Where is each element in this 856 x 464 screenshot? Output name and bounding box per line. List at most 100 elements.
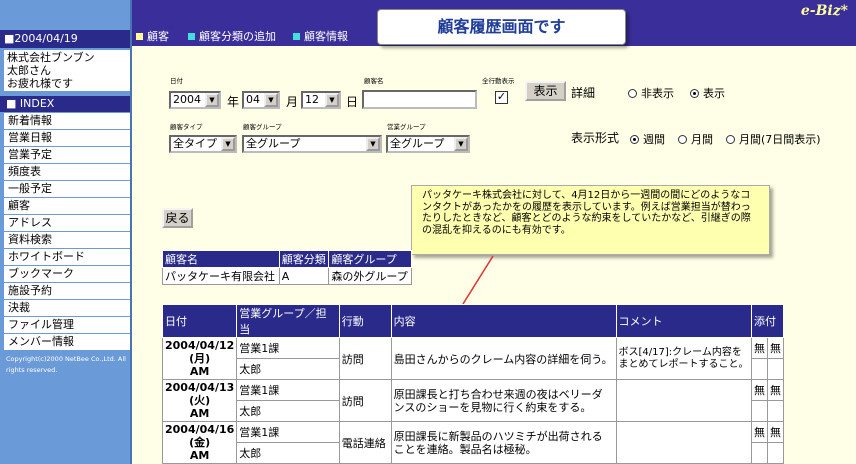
company-name: 株式会社ブンブン bbox=[7, 51, 95, 64]
sidebar-item-members[interactable]: メンバー情報 bbox=[4, 334, 130, 351]
col-action: 行動 bbox=[338, 304, 392, 338]
show-all-label: 全行動表示 bbox=[482, 77, 515, 85]
sidebar-item-facility[interactable]: 施設予約 bbox=[4, 283, 130, 300]
col-comment: コメント bbox=[615, 304, 752, 338]
sidebar-item-general-plan[interactable]: 一般予定 bbox=[4, 181, 130, 198]
chevron-down-icon: ▼ bbox=[205, 93, 219, 107]
customer-name-input[interactable] bbox=[362, 90, 477, 109]
radio-monthly-7day[interactable]: 月間(7日間表示) bbox=[726, 131, 821, 147]
attach-cell[interactable]: 無 bbox=[750, 421, 768, 443]
sidebar-item-customers[interactable]: 顧客 bbox=[4, 198, 130, 215]
radio-monthly[interactable]: 月間 bbox=[678, 131, 713, 147]
radio-selected-icon bbox=[690, 89, 699, 98]
weekday-value: (月) bbox=[189, 352, 211, 365]
sidebar-item-whiteboard[interactable]: ホワイトボード bbox=[4, 249, 130, 266]
col-date: 日付 bbox=[161, 304, 238, 338]
col-content: 内容 bbox=[390, 304, 617, 338]
person-cell: 太郎 bbox=[236, 358, 340, 380]
sidebar-item-news[interactable]: 新着情報 bbox=[4, 113, 130, 130]
col-customer-group: 顧客グループ bbox=[328, 250, 412, 268]
attach-cell-empty bbox=[750, 442, 768, 464]
nav-add-category-label: 顧客分類の追加 bbox=[199, 30, 276, 43]
customer-type-select[interactable]: 全タイプ ▼ bbox=[169, 135, 237, 153]
date-value: 2004/04/13 bbox=[165, 381, 235, 394]
nav-customers-label: 顧客 bbox=[147, 30, 169, 43]
year-select[interactable]: 2004 ▼ bbox=[169, 91, 221, 109]
day-select[interactable]: 12 ▼ bbox=[301, 91, 341, 109]
period-value: AM bbox=[189, 365, 210, 378]
radio-weekly-label: 週間 bbox=[643, 133, 665, 146]
chevron-down-icon: ▼ bbox=[264, 93, 278, 107]
sidebar-item-frequency[interactable]: 頻度表 bbox=[4, 164, 130, 181]
note-pointer-line bbox=[462, 255, 494, 305]
sidebar-item-document-search[interactable]: 資料検索 bbox=[4, 232, 130, 249]
attach-cell[interactable]: 無 bbox=[750, 379, 768, 401]
customer-group-cell: 森の外グループ bbox=[328, 267, 412, 285]
nav-customer-info-label: 顧客情報 bbox=[304, 30, 348, 43]
sidebar-item-sales-plan[interactable]: 営業予定 bbox=[4, 147, 130, 164]
greeting-box: 株式会社ブンブン 太郎さん お疲れ様です bbox=[4, 50, 130, 91]
date-cell: 2004/04/12 (月) AM bbox=[161, 337, 238, 380]
explanation-note: パッタケーキ株式会社に対して、4月12日から一週間の間にどのようなコンタクトがあ… bbox=[411, 185, 770, 255]
col-group: 営業グループ／担当 bbox=[236, 304, 340, 338]
date-label: 日付 bbox=[170, 77, 183, 85]
action-cell: 訪問 bbox=[338, 379, 392, 422]
radio-show[interactable]: 表示 bbox=[690, 85, 725, 101]
group-cell: 営業1課 bbox=[236, 421, 340, 443]
group-cell: 営業1課 bbox=[236, 379, 340, 401]
attach-cell[interactable]: 無 bbox=[766, 421, 785, 443]
customer-type-value: 全タイプ bbox=[173, 137, 217, 150]
sidebar-item-files[interactable]: ファイル管理 bbox=[4, 317, 130, 334]
content-cell: 原田課長に新製品のハツミチが出荷されることを連絡。製品名は極秘。 bbox=[390, 421, 617, 464]
attach-cell-empty bbox=[750, 358, 768, 380]
nav-add-category[interactable]: 顧客分類の追加 bbox=[188, 28, 276, 44]
weekday-value: (火) bbox=[189, 394, 211, 407]
attach-cell[interactable]: 無 bbox=[766, 379, 785, 401]
customer-category-cell: A bbox=[278, 267, 330, 285]
display-button[interactable]: 表示 bbox=[525, 81, 566, 101]
weekday-value: (金) bbox=[189, 436, 211, 449]
nav-customer-info[interactable]: 顧客情報 bbox=[293, 28, 348, 44]
sidebar-date: ■2004/04/19 bbox=[0, 30, 130, 48]
detail-label: 詳細 bbox=[571, 86, 596, 100]
customer-table: 顧客名 顧客分類 顧客グループ パッタケーキ有限会社 A 森の外グループ bbox=[162, 250, 412, 285]
radio-weekly[interactable]: 週間 bbox=[630, 131, 665, 147]
attach-cell[interactable]: 無 bbox=[750, 337, 768, 359]
show-all-checkbox[interactable]: ✓ bbox=[495, 91, 508, 104]
month-select[interactable]: 04 ▼ bbox=[242, 91, 280, 109]
action-cell: 電話連絡 bbox=[338, 421, 392, 464]
month-unit: 月 bbox=[286, 95, 299, 109]
sidebar-item-address[interactable]: アドレス bbox=[4, 215, 130, 232]
content-cell: 原田課長と打ち合わせ来週の夜はベリーダンスのショーを見物に行く約束をする。 bbox=[390, 379, 617, 422]
square-icon bbox=[188, 33, 195, 40]
person-cell: 太郎 bbox=[236, 442, 340, 464]
radio-icon bbox=[678, 135, 687, 144]
chevron-down-icon: ▼ bbox=[221, 137, 235, 151]
sales-group-select[interactable]: 全グループ ▼ bbox=[386, 135, 470, 153]
radio-selected-icon bbox=[630, 135, 639, 144]
day-value: 12 bbox=[305, 93, 319, 106]
customer-group-select[interactable]: 全グループ ▼ bbox=[242, 135, 382, 153]
sidebar: ■2004/04/19 株式会社ブンブン 太郎さん お疲れ様です ■ INDEX… bbox=[0, 0, 132, 464]
attach-cell-empty bbox=[750, 400, 768, 422]
date-value: 2004/04/16 bbox=[165, 423, 235, 436]
title-callout: 顧客履歴画面です bbox=[377, 9, 626, 45]
period-value: AM bbox=[189, 407, 210, 420]
sidebar-item-daily-report[interactable]: 営業日報 bbox=[4, 130, 130, 147]
col-attachment: 添付 bbox=[750, 304, 785, 338]
square-icon bbox=[136, 33, 143, 40]
nav-customers[interactable]: 顧客 bbox=[136, 28, 169, 44]
display-format-label: 表示形式 bbox=[571, 131, 620, 145]
radio-show-label: 表示 bbox=[703, 87, 725, 100]
person-cell: 太郎 bbox=[236, 400, 340, 422]
radio-monthly-label: 月間 bbox=[691, 133, 713, 146]
sales-group-label: 営業グループ bbox=[387, 123, 426, 131]
radio-hide[interactable]: 非表示 bbox=[628, 85, 674, 101]
sidebar-menu: 新着情報 営業日報 営業予定 頻度表 一般予定 顧客 アドレス 資料検索 ホワイ… bbox=[4, 113, 130, 351]
sidebar-item-approval[interactable]: 決裁 bbox=[4, 300, 130, 317]
sidebar-item-bookmark[interactable]: ブックマーク bbox=[4, 266, 130, 283]
comment-cell bbox=[615, 421, 752, 464]
back-button[interactable]: 戻る bbox=[162, 208, 193, 228]
radio-icon bbox=[726, 135, 735, 144]
attach-cell[interactable]: 無 bbox=[766, 337, 785, 359]
